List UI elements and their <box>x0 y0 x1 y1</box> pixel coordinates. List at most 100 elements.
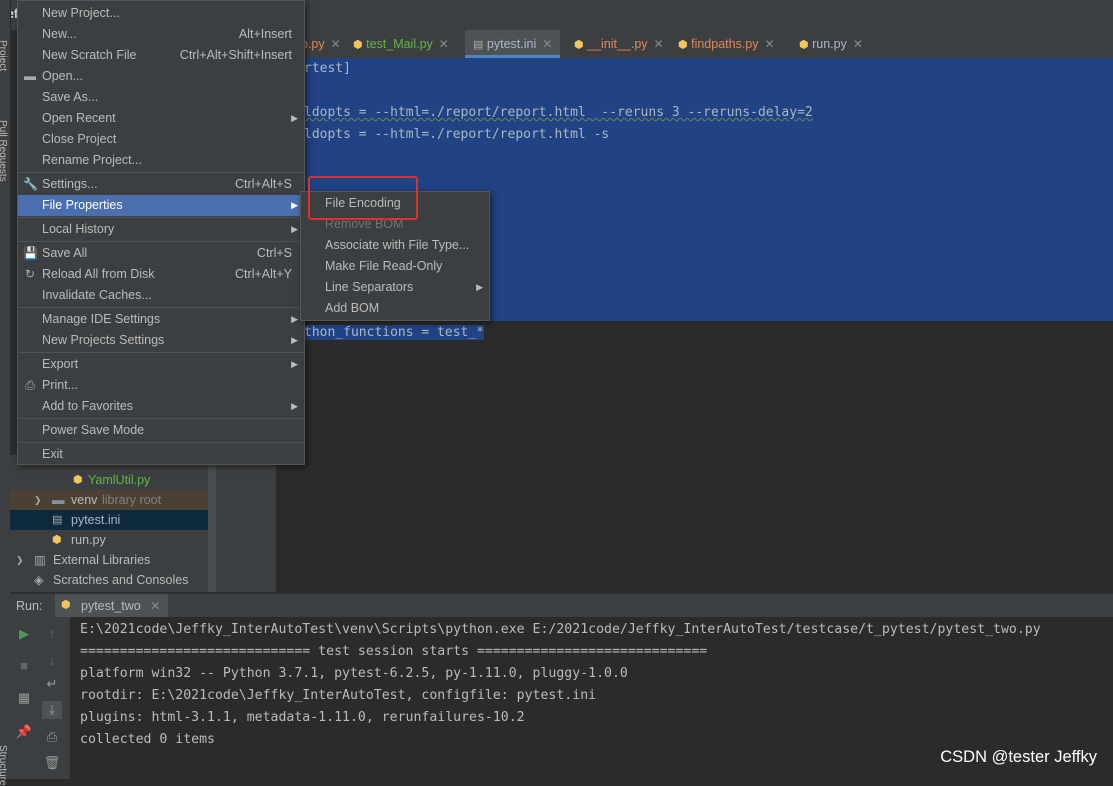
editor-tab[interactable]: ⬢ findpaths.py ✕ <box>678 30 775 58</box>
scrollbar[interactable] <box>208 455 216 592</box>
tree-item[interactable]: ❯ ▥ External Libraries <box>10 550 216 570</box>
tree-item[interactable]: ❯ ▬ venv library root <box>10 490 216 510</box>
python-file-icon: ⬢ <box>574 39 584 51</box>
tree-item[interactable]: ⬢ run.py <box>10 530 216 550</box>
chevron-right-icon[interactable]: ❯ <box>16 550 24 570</box>
menu-item-file-properties[interactable]: File Properties ▶ <box>18 195 304 216</box>
project-tool-tab[interactable]: Project <box>0 40 8 71</box>
trash-icon[interactable]: 🗑 <box>42 754 62 772</box>
run-config-tab[interactable]: ⬢ pytest_two ✕ <box>55 594 169 619</box>
console-line: ============================= test sessi… <box>80 644 708 659</box>
run-panel-header: Run: ⬢ pytest_two ✕ <box>10 593 1113 619</box>
submenu-item-line-separators[interactable]: Line Separators ▶ <box>301 277 489 298</box>
python-file-icon: ⬢ <box>799 39 809 51</box>
soft-wrap-icon[interactable]: ↵ <box>42 675 62 693</box>
menu-item-new-project[interactable]: New Project... <box>18 3 304 24</box>
save-icon: 💾 <box>23 246 38 260</box>
close-icon[interactable]: ✕ <box>765 37 775 51</box>
menu-item-new-projects-settings[interactable]: New Projects Settings ▶ <box>18 330 304 351</box>
editor-tab[interactable]: ⬢ test_Mail.py ✕ <box>353 30 449 58</box>
editor-tab[interactable]: ⬢ run.py ✕ <box>799 30 863 58</box>
editor-tab-active[interactable]: ▤ pytest.ini ✕ <box>465 30 561 58</box>
submenu-arrow-icon: ▶ <box>291 113 298 123</box>
stop-icon[interactable]: ■ <box>14 657 34 675</box>
menu-separator <box>18 307 304 308</box>
python-file-icon: ⬢ <box>678 39 688 51</box>
code-line: ldopts = --html=./report/report.html --r… <box>304 105 813 120</box>
submenu-arrow-icon: ▶ <box>476 282 483 292</box>
menu-item-open-recent[interactable]: Open Recent ▶ <box>18 108 304 129</box>
submenu-item-add-bom[interactable]: Add BOM <box>301 298 489 319</box>
tree-item-label: YamlUtil.py <box>88 473 151 487</box>
arrow-up-icon[interactable]: ↑ <box>42 625 62 643</box>
close-icon[interactable]: ✕ <box>331 37 341 51</box>
menu-item-reload-all[interactable]: ↻ Reload All from Disk Ctrl+Alt+Y <box>18 264 304 285</box>
menu-item-print[interactable]: ⎙ Print... <box>18 375 304 396</box>
pin-icon[interactable]: 📌 <box>14 723 34 741</box>
editor-tab[interactable]: ⬢ __init__.py ✕ <box>574 30 664 58</box>
ini-file-icon: ▤ <box>473 39 484 51</box>
python-file-icon: ⬢ <box>52 534 62 546</box>
console-line: rootdir: E:\2021code\Jeffky_InterAutoTes… <box>80 688 597 703</box>
editor-tab[interactable]: p.py ✕ <box>301 30 341 58</box>
menu-item-save-all[interactable]: 💾 Save All Ctrl+S <box>18 243 304 264</box>
code-editor[interactable]: rtest] ldopts = --html=./report/report.h… <box>277 58 1113 592</box>
menu-item-exit[interactable]: Exit <box>18 444 304 465</box>
menu-item-open[interactable]: ▬ Open... <box>18 66 304 87</box>
console-line: E:\2021code\Jeffky_InterAutoTest\venv\Sc… <box>80 622 1041 637</box>
menu-separator <box>18 241 304 242</box>
chevron-right-icon[interactable]: ❯ <box>34 490 42 510</box>
tab-label: run.py <box>812 37 847 51</box>
library-icon: ▥ <box>34 553 46 567</box>
menu-item-new-scratch-file[interactable]: New Scratch File Ctrl+Alt+Shift+Insert <box>18 45 304 66</box>
tree-item-label: Scratches and Consoles <box>53 573 189 587</box>
menu-item-new[interactable]: New... Alt+Insert <box>18 24 304 45</box>
menu-separator <box>18 172 304 173</box>
menu-item-close-project[interactable]: Close Project <box>18 129 304 150</box>
structure-tool-tab[interactable]: Structure <box>0 745 8 786</box>
submenu-arrow-icon: ▶ <box>291 401 298 411</box>
menu-separator <box>18 442 304 443</box>
menu-item-local-history[interactable]: Local History ▶ <box>18 219 304 240</box>
code-line: thon_functions = test_* <box>304 325 485 340</box>
close-icon[interactable]: ✕ <box>654 37 664 51</box>
submenu-item-make-read-only[interactable]: Make File Read-Only <box>301 256 489 277</box>
reload-icon: ↻ <box>24 267 36 281</box>
scroll-to-end-icon[interactable]: ⤓ <box>42 701 62 719</box>
project-tree: ⬢ YamlUtil.py ❯ ▬ venv library root ▤ py… <box>10 455 216 592</box>
watermark: CSDN @tester Jeffky <box>940 748 1097 766</box>
menu-separator <box>18 217 304 218</box>
tree-item[interactable]: ◈ Scratches and Consoles <box>10 570 216 590</box>
close-icon[interactable]: ✕ <box>150 599 160 613</box>
console-line: plugins: html-3.1.1, metadata-1.11.0, re… <box>80 710 525 725</box>
menu-item-add-to-favorites[interactable]: Add to Favorites ▶ <box>18 396 304 417</box>
tree-item-selected[interactable]: ▤ pytest.ini <box>10 510 216 530</box>
menu-item-export[interactable]: Export ▶ <box>18 354 304 375</box>
close-icon[interactable]: ✕ <box>853 37 863 51</box>
layout-icon[interactable]: ▦ <box>14 689 34 707</box>
submenu-item-associate-file-type[interactable]: Associate with File Type... <box>301 235 489 256</box>
annotation-highlight-box <box>308 176 418 220</box>
code-line: rtest] <box>304 61 351 76</box>
menu-item-manage-ide-settings[interactable]: Manage IDE Settings ▶ <box>18 309 304 330</box>
rerun-icon[interactable]: ▶ <box>14 625 34 643</box>
tree-item-label: External Libraries <box>53 553 151 567</box>
menu-item-save-as[interactable]: Save As... <box>18 87 304 108</box>
menu-item-rename-project[interactable]: Rename Project... <box>18 150 304 171</box>
submenu-arrow-icon: ▶ <box>291 335 298 345</box>
arrow-down-icon[interactable]: ↓ <box>42 652 62 670</box>
tree-item[interactable]: ⬢ YamlUtil.py <box>10 470 216 490</box>
menu-item-settings[interactable]: 🔧 Settings... Ctrl+Alt+S <box>18 174 304 195</box>
console-line: platform win32 -- Python 3.7.1, pytest-6… <box>80 666 628 681</box>
close-icon[interactable]: ✕ <box>439 37 449 51</box>
run-config-label: pytest_two <box>81 599 141 613</box>
submenu-arrow-icon: ▶ <box>291 224 298 234</box>
menu-item-power-save-mode[interactable]: Power Save Mode <box>18 420 304 441</box>
tab-label: findpaths.py <box>691 37 759 51</box>
menu-item-invalidate-caches[interactable]: Invalidate Caches... <box>18 285 304 306</box>
menu-separator <box>18 418 304 419</box>
close-icon[interactable]: ✕ <box>542 37 552 51</box>
pull-requests-tool-tab[interactable]: Pull Requests <box>0 120 8 182</box>
print-icon[interactable]: ⎙ <box>42 728 62 746</box>
tab-label: __init__.py <box>587 37 648 51</box>
